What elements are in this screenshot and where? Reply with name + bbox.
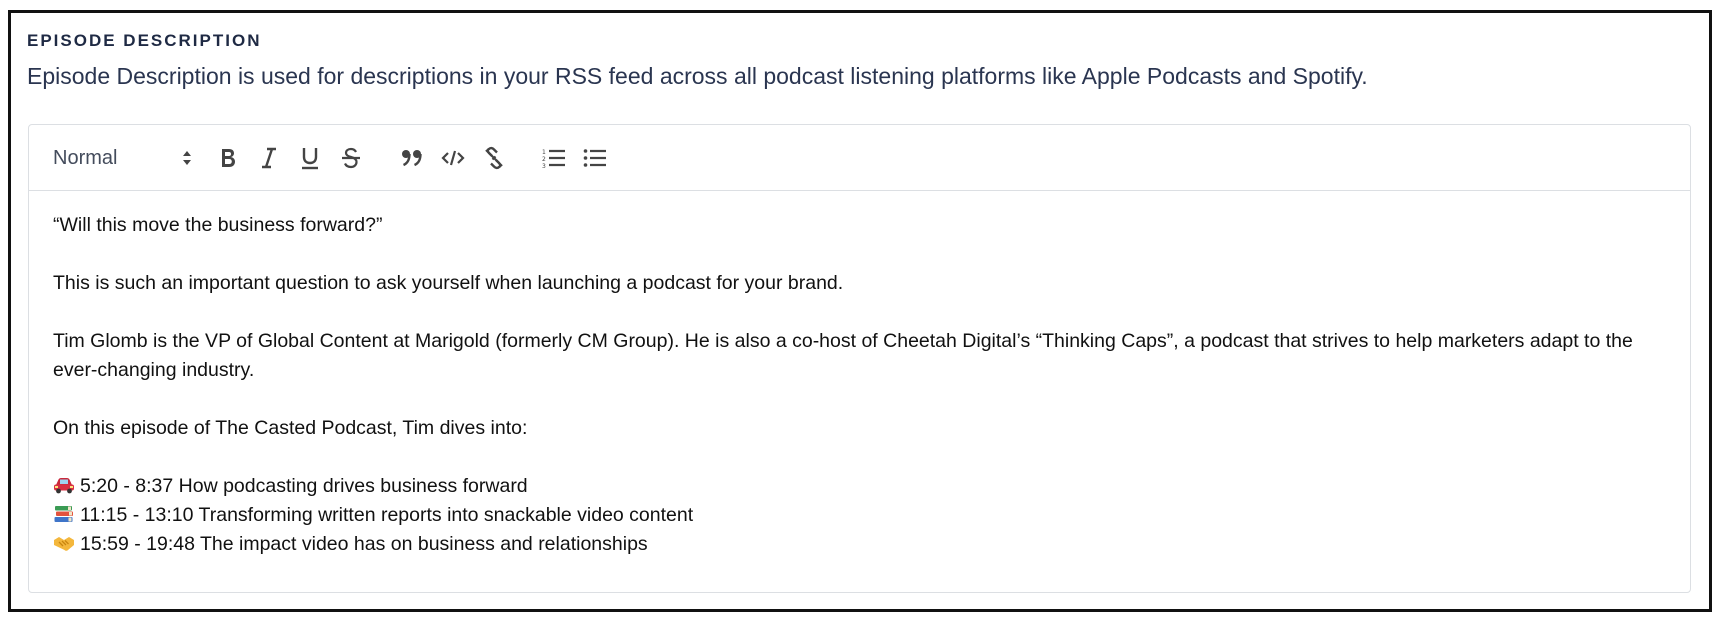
rich-text-editor: Normal 1 2 3 “Will this move the busines… <box>28 124 1691 593</box>
books-emoji-icon <box>54 506 73 522</box>
bold-icon <box>222 149 235 167</box>
timestamp-line: 15:59 - 19:48 The impact video has on bu… <box>53 530 1666 559</box>
svg-text:3: 3 <box>542 163 546 169</box>
text-format-select[interactable]: Normal <box>53 143 193 173</box>
ordered-list-icon: 1 2 3 <box>542 149 565 169</box>
paragraph: Tim Glomb is the VP of Global Content at… <box>53 330 1633 381</box>
paragraph: This is such an important question to as… <box>53 272 844 294</box>
strikethrough-button[interactable] <box>334 142 368 174</box>
link-icon <box>485 146 503 170</box>
car-emoji-icon <box>54 478 74 494</box>
blockquote-button[interactable] <box>395 142 429 174</box>
timestamp-text: 5:20 - 8:37 How podcasting drives busine… <box>80 475 528 497</box>
handshake-emoji-icon <box>54 537 74 551</box>
underline-icon <box>302 148 318 170</box>
paragraph: “Will this move the business forward?” <box>53 214 383 236</box>
select-arrows-icon <box>183 151 191 165</box>
paragraph: On this episode of The Casted Podcast, T… <box>53 417 528 439</box>
editor-content[interactable]: “Will this move the business forward?” T… <box>29 191 1690 559</box>
timestamp-text: 11:15 - 13:10 Transforming written repor… <box>80 504 694 526</box>
code-button[interactable] <box>436 142 470 174</box>
editor-toolbar: Normal 1 2 3 <box>29 125 1690 191</box>
text-format-select-value: Normal <box>53 146 118 169</box>
svg-text:1: 1 <box>542 149 546 156</box>
strikethrough-icon <box>342 147 360 169</box>
timestamp-line: 5:20 - 8:37 How podcasting drives busine… <box>53 472 1666 501</box>
ordered-list-button[interactable]: 1 2 3 <box>537 142 571 174</box>
bullet-list-button[interactable] <box>578 142 612 174</box>
svg-text:2: 2 <box>542 156 546 163</box>
timestamp-text: 15:59 - 19:48 The impact video has on bu… <box>80 533 648 555</box>
italic-button[interactable] <box>252 142 286 174</box>
bold-button[interactable] <box>211 142 245 174</box>
italic-icon <box>262 147 276 169</box>
link-button[interactable] <box>477 142 511 174</box>
section-title: EPISODE DESCRIPTION <box>27 31 262 50</box>
bullet-list-icon <box>583 149 606 167</box>
code-icon <box>441 150 465 166</box>
underline-button[interactable] <box>293 142 327 174</box>
timestamp-line: 11:15 - 13:10 Transforming written repor… <box>53 501 1666 530</box>
quote-icon <box>402 150 422 167</box>
episode-description-panel: EPISODE DESCRIPTION Episode Description … <box>8 10 1712 612</box>
section-help-text: Episode Description is used for descript… <box>27 63 1368 89</box>
